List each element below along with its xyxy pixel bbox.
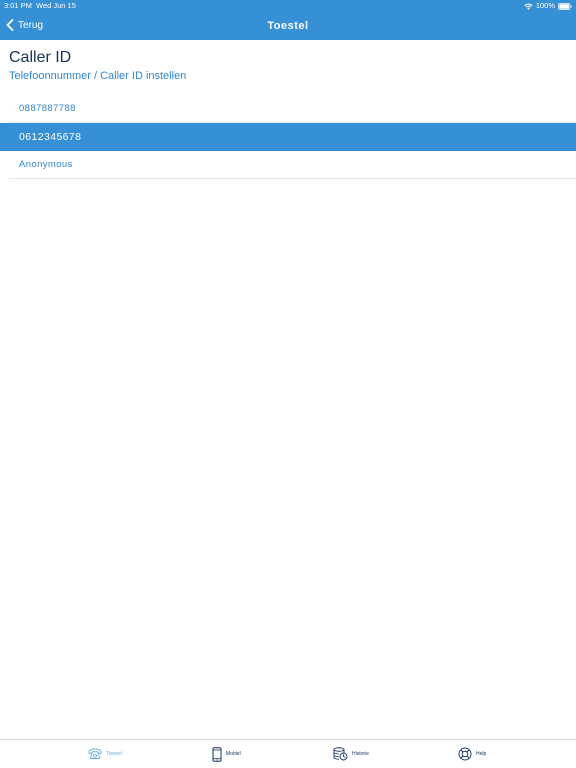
tab-help[interactable]: Help — [458, 745, 486, 763]
tab-label: Mobiel — [226, 751, 241, 757]
battery-percentage: 100% — [535, 1, 555, 10]
history-icon — [333, 747, 348, 761]
tab-label: Historie — [352, 751, 369, 757]
caller-id-options: 0887887788 0612345678 Anonymous — [0, 95, 576, 179]
tab-label: Toestel — [106, 751, 122, 757]
status-indicators: 100% — [524, 1, 572, 11]
desk-phone-icon — [88, 748, 102, 759]
lifebuoy-icon — [458, 747, 472, 761]
status-date: Wed Jun 15 — [36, 1, 76, 10]
nav-title: Toestel — [267, 20, 309, 32]
screen: 3:01 PM Wed Jun 15 100% Terug Toestel Ca… — [0, 0, 576, 768]
caller-id-option[interactable]: Anonymous — [9, 151, 576, 179]
tab-bar: Toestel Mobiel Historie Help — [0, 739, 576, 768]
tab-mobiel[interactable]: Mobiel — [212, 745, 241, 763]
caller-id-option[interactable]: 0887887788 — [9, 95, 576, 123]
caller-id-option-selected[interactable]: 0612345678 — [0, 123, 576, 151]
tab-historie[interactable]: Historie — [333, 745, 369, 763]
status-time: 3:01 PM — [4, 1, 32, 10]
tab-label: Help — [476, 751, 487, 757]
page-subtitle: Telefoonnummer / Caller ID instellen — [9, 70, 187, 82]
battery-icon — [558, 2, 572, 10]
navigation-bar: 3:01 PM Wed Jun 15 100% Terug Toestel — [0, 0, 576, 40]
page-title: Caller ID — [9, 49, 72, 66]
tab-toestel[interactable]: Toestel — [88, 745, 122, 763]
wifi-icon — [524, 3, 533, 10]
mobile-phone-icon — [212, 746, 222, 762]
